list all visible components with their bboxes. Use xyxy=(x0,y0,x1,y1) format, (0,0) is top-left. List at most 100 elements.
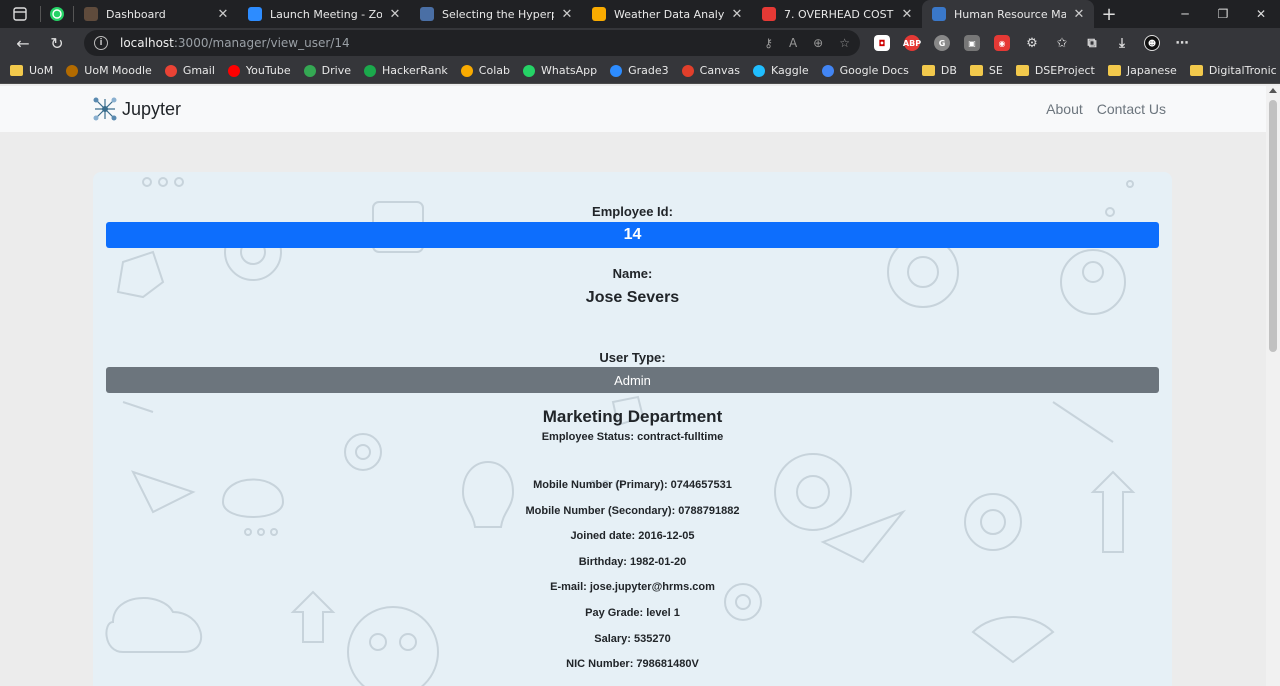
bookmark-grade3[interactable]: Grade3 xyxy=(610,64,669,77)
browser-tab-bar: Dashboard ✕ Launch Meeting - Zoom ✕ Sele… xyxy=(0,0,1280,28)
bookmark-label: Colab xyxy=(478,64,510,77)
user-type-badge: Admin xyxy=(106,367,1159,393)
employee-profile-card: Employee Id: 14 Name: Jose Severs User T… xyxy=(93,172,1172,686)
reload-icon[interactable]: ↻ xyxy=(40,34,74,53)
mobile-primary: Mobile Number (Primary): 0744657531 xyxy=(533,479,732,491)
window-controls: ─ ❐ ✕ xyxy=(1166,7,1280,21)
bookmark-label: UoM Moodle xyxy=(84,64,152,77)
name-label: Name: xyxy=(612,266,653,281)
site-info-icon[interactable]: i xyxy=(94,36,108,50)
new-tab-icon[interactable]: + xyxy=(1094,4,1124,25)
user-type-label: User Type: xyxy=(599,350,666,365)
moodle-icon xyxy=(66,64,79,77)
bookmark-label: HackerRank xyxy=(381,64,448,77)
bookmark-label: Kaggle xyxy=(771,64,809,77)
tab-title: Selecting the Hyperparame xyxy=(442,7,554,21)
bookmark-label: Gmail xyxy=(182,64,215,77)
bookmarks-bar: UoM UoM Moodle Gmail YouTube Drive HackerRank… xyxy=(0,58,1280,84)
zoom-icon xyxy=(610,64,623,77)
scroll-up-icon[interactable] xyxy=(1269,88,1277,93)
adblock-icon[interactable]: ABP xyxy=(903,35,921,51)
nav-link-contact[interactable]: Contact Us xyxy=(1097,101,1166,117)
youtube-icon xyxy=(227,64,240,77)
app-navbar: Jupyter About Contact Us xyxy=(0,86,1266,132)
read-aloud-icon[interactable]: A xyxy=(789,36,797,50)
drive-icon xyxy=(303,64,316,77)
minimize-icon[interactable]: ─ xyxy=(1166,7,1204,21)
bookmark-uom-moodle[interactable]: UoM Moodle xyxy=(66,64,152,77)
bookmark-label: Japanese xyxy=(1126,64,1177,77)
download-icon[interactable]: ⤓ xyxy=(1114,35,1130,51)
tab-dashboard[interactable]: Dashboard ✕ xyxy=(74,0,238,28)
tab-hrm-active[interactable]: Human Resource Managen ✕ xyxy=(922,0,1094,28)
bookmark-dseproject[interactable]: DSEProject xyxy=(1015,64,1095,77)
close-icon[interactable]: ✕ xyxy=(1072,7,1086,22)
whatsapp-pinned-tab[interactable] xyxy=(41,0,73,28)
more-icon[interactable]: ⋯ xyxy=(1174,35,1190,51)
tab-zoom[interactable]: Launch Meeting - Zoom ✕ xyxy=(238,0,410,28)
key-icon[interactable]: ⚷ xyxy=(764,36,773,50)
bookmark-whatsapp[interactable]: WhatsApp xyxy=(522,64,597,77)
tab-hyperparameters[interactable]: Selecting the Hyperparame ✕ xyxy=(410,0,582,28)
bookmark-canvas[interactable]: Canvas xyxy=(681,64,741,77)
close-icon[interactable]: ✕ xyxy=(388,7,402,22)
extension-icon[interactable]: ▣ xyxy=(964,35,980,51)
dashboard-tab-icon xyxy=(84,7,98,21)
birthday: Birthday: 1982-01-20 xyxy=(578,555,687,568)
joined-date: Joined date: 2016-12-05 xyxy=(570,530,695,543)
add-favorite-icon[interactable]: ☆ xyxy=(839,36,850,50)
docs-icon xyxy=(821,64,834,77)
bookmark-drive[interactable]: Drive xyxy=(303,64,351,77)
ghost-icon[interactable]: ◉ xyxy=(994,35,1010,51)
employee-status: Employee Status: contract-fulltime xyxy=(541,431,724,443)
bookmark-label: Canvas xyxy=(699,64,741,77)
close-icon[interactable]: ✕ xyxy=(216,7,230,22)
tab-actions-icon[interactable] xyxy=(0,0,40,28)
bookmark-gmail[interactable]: Gmail xyxy=(164,64,215,77)
bookmark-kaggle[interactable]: Kaggle xyxy=(753,64,809,77)
folder-icon xyxy=(1107,65,1121,76)
favorites-icon[interactable]: ✩ xyxy=(1054,35,1070,51)
bookmark-uom[interactable]: UoM xyxy=(10,64,53,77)
colab-tab-icon xyxy=(592,7,606,21)
bookmark-colab[interactable]: Colab xyxy=(460,64,510,77)
mobile-secondary: Mobile Number (Secondary): 0788791882 xyxy=(525,504,740,517)
bookmark-google-docs[interactable]: Google Docs xyxy=(821,64,909,77)
pdf-tab-icon xyxy=(762,7,776,21)
close-icon[interactable]: ✕ xyxy=(900,7,914,22)
close-icon[interactable]: ✕ xyxy=(560,7,574,22)
back-icon[interactable]: ← xyxy=(6,34,40,53)
puzzle-icon[interactable]: ⚙ xyxy=(1024,35,1040,51)
bookmark-hackerrank[interactable]: HackerRank xyxy=(363,64,448,77)
pay-grade: Pay Grade: level 1 xyxy=(585,606,680,619)
bookmark-db[interactable]: DB xyxy=(921,64,957,77)
nic-number: NIC Number: 798681480V xyxy=(566,658,699,671)
colab-icon xyxy=(460,64,473,77)
employee-id-badge: 14 xyxy=(106,222,1159,248)
bookmark-digitaltronic[interactable]: DigitalTronic xyxy=(1189,64,1277,77)
tab-overhead-costing[interactable]: 7. OVERHEAD COSTING Al ✕ xyxy=(752,0,922,28)
employee-details: Employee Id: 14 Name: Jose Severs User T… xyxy=(93,172,1172,678)
address-bar[interactable]: i localhost :3000/manager/view_user/14 ⚷… xyxy=(84,30,860,56)
collections-icon[interactable]: ⧉ xyxy=(1084,35,1100,51)
page-scrollbar[interactable] xyxy=(1266,86,1280,686)
nav-link-about[interactable]: About xyxy=(1046,101,1083,117)
tab-weather-analysis[interactable]: Weather Data Analysis.ipyn ✕ xyxy=(582,0,752,28)
bookmark-youtube[interactable]: YouTube xyxy=(227,64,291,77)
maximize-icon[interactable]: ❐ xyxy=(1204,7,1242,21)
bookmark-label: DigitalTronic xyxy=(1208,64,1277,77)
employee-name: Jose Severs xyxy=(585,289,680,306)
bookmark-japanese[interactable]: Japanese xyxy=(1107,64,1177,77)
pocket-icon[interactable]: ◘ xyxy=(874,35,890,51)
bookmark-label: DB xyxy=(940,64,957,77)
grammarly-icon[interactable]: G xyxy=(934,35,950,51)
scrollbar-thumb[interactable] xyxy=(1269,100,1277,352)
bookmark-se[interactable]: SE xyxy=(969,64,1003,77)
brand[interactable]: Jupyter xyxy=(92,96,181,122)
url-path: :3000/manager/view_user/14 xyxy=(173,36,350,50)
profile-avatar[interactable]: ☻ xyxy=(1144,35,1160,51)
close-icon[interactable]: ✕ xyxy=(730,7,744,22)
window-close-icon[interactable]: ✕ xyxy=(1242,7,1280,21)
zoom-icon[interactable]: ⊕ xyxy=(813,36,823,50)
extensions-area: ◘ ABP G ▣ ◉ ⚙ ✩ ⧉ ⤓ ☻ ⋯ xyxy=(874,35,1190,51)
